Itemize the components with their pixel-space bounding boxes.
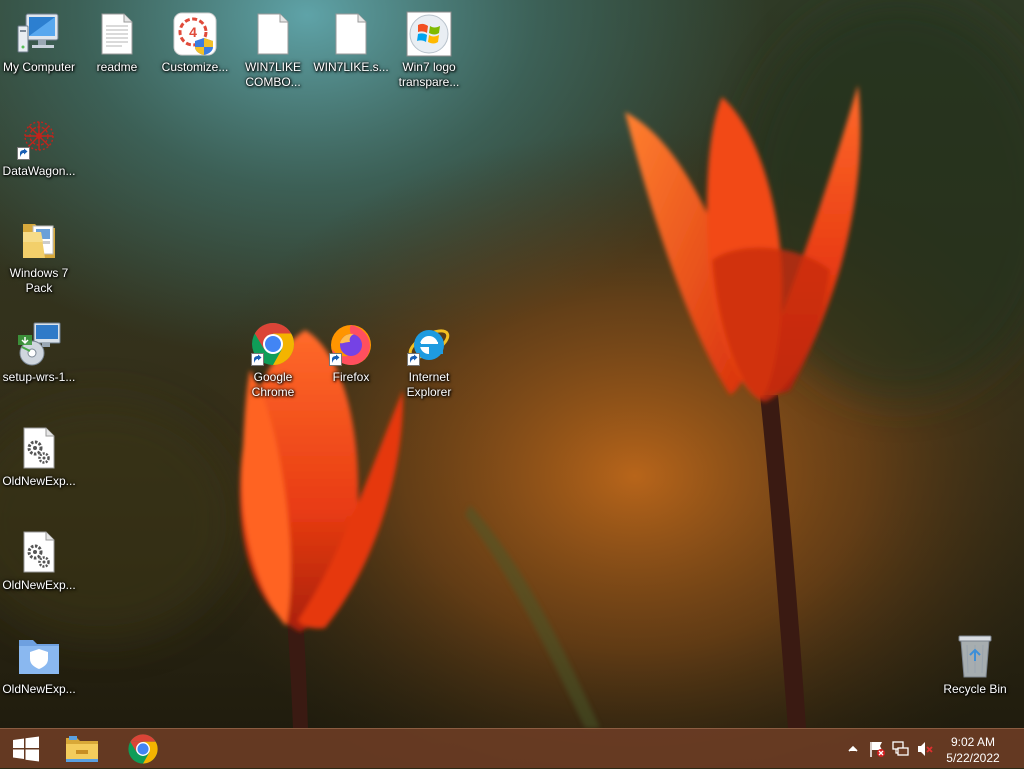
desktop-icon-label: Internet Explorer bbox=[406, 370, 452, 399]
desktop-icon-label: Recycle Bin bbox=[943, 682, 1007, 696]
volume-button[interactable] bbox=[916, 740, 934, 758]
desktop-icon-label: Firefox bbox=[332, 370, 370, 384]
desktop-icon-google-chrome[interactable]: Google Chrome bbox=[234, 320, 312, 400]
customize-shield-icon: 4 bbox=[173, 12, 217, 56]
recycle-bin-icon bbox=[958, 635, 992, 678]
shield-folder-icon bbox=[19, 640, 59, 674]
network-icon bbox=[892, 741, 909, 756]
action-center-flag-icon bbox=[870, 742, 885, 757]
desktop-icon-label: Customize... bbox=[161, 60, 229, 74]
shortcut-arrow-icon bbox=[329, 353, 342, 366]
desktop-icon-datawagon[interactable]: DataWagon... bbox=[0, 114, 78, 179]
desktop-icon-customize[interactable]: 4 Customize... bbox=[156, 10, 234, 75]
desktop-icon-label: OldNewExp... bbox=[2, 578, 76, 592]
shortcut-arrow-icon bbox=[407, 353, 420, 366]
taskbar-chrome-button[interactable] bbox=[117, 729, 169, 769]
blank-file-icon bbox=[257, 13, 289, 55]
chrome-icon bbox=[128, 734, 158, 764]
windows-logo-image-icon bbox=[406, 11, 452, 57]
file-explorer-icon bbox=[66, 736, 98, 762]
desktop-icon-windows7-pack[interactable]: Windows 7 Pack bbox=[0, 216, 78, 296]
clock-time: 9:02 AM bbox=[950, 735, 996, 749]
show-hidden-icons-chevron-icon bbox=[848, 745, 858, 752]
desktop-icon-win7like-s[interactable]: WIN7LIKE.s... bbox=[312, 10, 390, 75]
action-center-button[interactable] bbox=[868, 740, 886, 758]
taskbar-file-explorer-button[interactable] bbox=[56, 729, 108, 769]
desktop-icon-internet-explorer[interactable]: Internet Explorer bbox=[390, 320, 468, 400]
desktop-icon-oldnewexp-2[interactable]: OldNewExp... bbox=[0, 528, 78, 593]
desktop-icon-label: WIN7LIKE.s... bbox=[313, 60, 389, 74]
show-hidden-icons-button[interactable] bbox=[844, 740, 862, 758]
shortcut-arrow-icon bbox=[251, 353, 264, 366]
text-file-icon bbox=[101, 13, 133, 55]
desktop-icon-oldnewexp-1[interactable]: OldNewExp... bbox=[0, 424, 78, 489]
desktop-icon-my-computer[interactable]: My Computer bbox=[0, 10, 78, 75]
desktop-icon-label: OldNewExp... bbox=[2, 682, 76, 696]
desktop-icon-label: Win7 logo transpare... bbox=[398, 60, 460, 89]
desktop-icon-label: My Computer bbox=[2, 60, 76, 74]
taskbar-clock[interactable]: 9:02 AM 5/22/2022 bbox=[938, 734, 1008, 766]
start-button[interactable] bbox=[0, 729, 52, 769]
desktop-icon-readme[interactable]: readme bbox=[78, 10, 156, 75]
volume-muted-icon bbox=[918, 742, 933, 756]
svg-text:4: 4 bbox=[189, 24, 197, 40]
desktop-icon-win7-logo[interactable]: Win7 logo transpare... bbox=[390, 10, 468, 90]
desktop-icon-label: readme bbox=[96, 60, 138, 74]
desktop-icon-label: OldNewExp... bbox=[2, 474, 76, 488]
taskbar: 9:02 AM 5/22/2022 bbox=[0, 728, 1024, 768]
setup-installer-icon bbox=[18, 322, 61, 366]
network-button[interactable] bbox=[892, 740, 910, 758]
shortcut-arrow-icon bbox=[17, 147, 30, 160]
desktop-icon-label: Windows 7 Pack bbox=[9, 266, 69, 295]
desktop-icon-setup-wrs[interactable]: setup-wrs-1... bbox=[0, 320, 78, 385]
blank-file-icon bbox=[335, 13, 367, 55]
system-tray: 9:02 AM 5/22/2022 bbox=[834, 729, 1024, 769]
desktop-icon-win7like-combo[interactable]: WIN7LIKE COMBO... bbox=[234, 10, 312, 90]
desktop-icon-firefox[interactable]: Firefox bbox=[312, 320, 390, 385]
desktop-icon-label: DataWagon... bbox=[2, 164, 76, 178]
desktop-icon-oldnewexp-3[interactable]: OldNewExp... bbox=[0, 632, 78, 697]
settings-file-icon bbox=[23, 531, 55, 573]
settings-file-icon bbox=[23, 427, 55, 469]
desktop-icon-label: setup-wrs-1... bbox=[2, 370, 76, 384]
desktop-icon-label: WIN7LIKE COMBO... bbox=[244, 60, 301, 89]
desktop-icon-label: Google Chrome bbox=[251, 370, 295, 399]
clock-date: 5/22/2022 bbox=[946, 751, 1000, 765]
desktop-wallpaper bbox=[0, 0, 1024, 768]
folder-icon bbox=[23, 224, 55, 258]
desktop-icon-recycle-bin[interactable]: Recycle Bin bbox=[936, 632, 1014, 697]
computer-icon bbox=[17, 13, 59, 53]
start-icon bbox=[13, 736, 39, 762]
